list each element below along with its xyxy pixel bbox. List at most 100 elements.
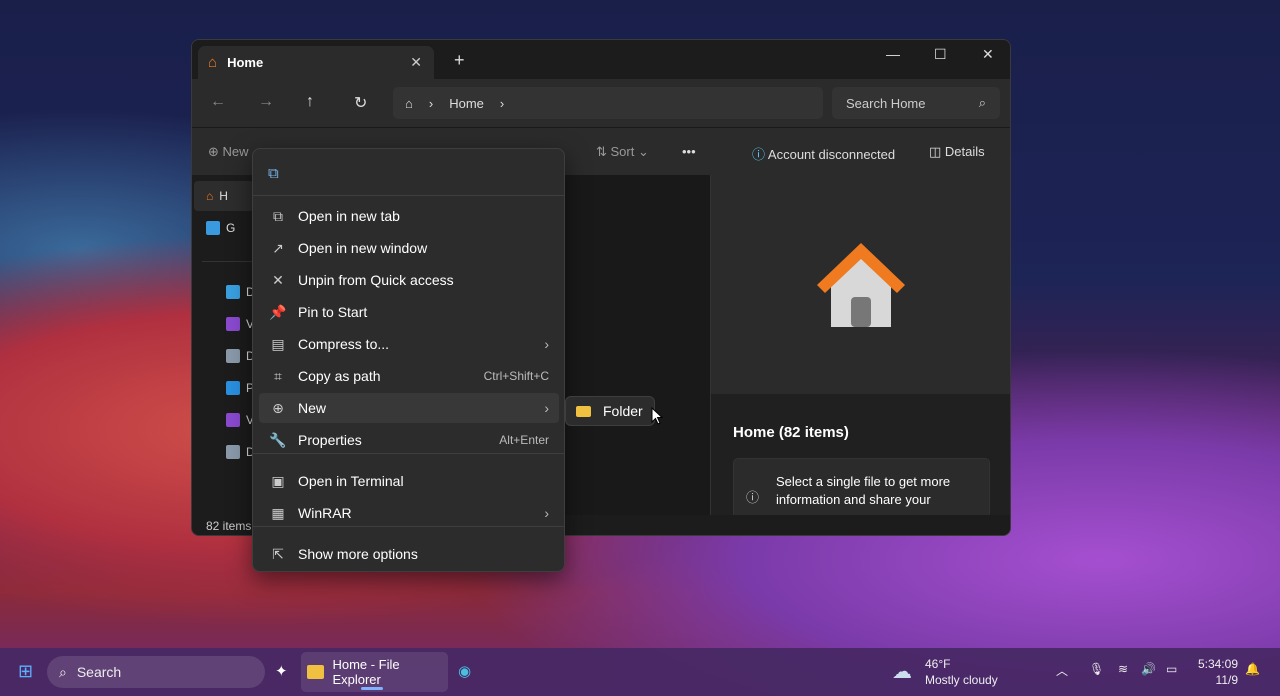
account-status[interactable]: ⓘ Account disconnected bbox=[752, 144, 895, 163]
chevron-up-icon[interactable]: ︿ bbox=[1056, 662, 1068, 679]
up-button[interactable]: ↑ bbox=[306, 93, 314, 111]
battery-icon[interactable]: ▭ bbox=[1166, 662, 1177, 676]
winrar-icon: ▦ bbox=[271, 504, 285, 521]
weather-widget[interactable]: 46°F Mostly cloudy bbox=[925, 656, 998, 688]
back-button[interactable]: ← bbox=[210, 93, 226, 111]
taskbar-app-file-explorer[interactable]: Home - File Explorer bbox=[301, 652, 448, 692]
menu-item-label: Open in new tab bbox=[298, 208, 400, 224]
more-options-icon: ⇱ bbox=[272, 545, 284, 562]
menu-item-label: Unpin from Quick access bbox=[298, 272, 454, 288]
chevron-right-icon: › bbox=[544, 505, 549, 521]
submenu-item-folder[interactable]: Folder bbox=[576, 403, 643, 419]
menu-item-label: Compress to... bbox=[298, 336, 390, 352]
documents-icon bbox=[226, 349, 240, 363]
home-icon bbox=[817, 243, 905, 327]
copy-path-icon: ⌗ bbox=[274, 367, 282, 384]
unpin-icon: ✕ bbox=[272, 271, 284, 288]
browser-icon[interactable]: ◉ bbox=[458, 662, 471, 680]
compress-icon: ▤ bbox=[271, 335, 285, 352]
file-list[interactable] bbox=[562, 175, 710, 515]
menu-item-open-in-new-window[interactable]: ↗ Open in new window bbox=[259, 233, 559, 263]
weather-desc: Mostly cloudy bbox=[925, 673, 998, 687]
menu-item-shortcut: Ctrl+Shift+C bbox=[483, 369, 549, 383]
breadcrumb[interactable]: ⌂ › Home › bbox=[393, 87, 823, 119]
more-button[interactable]: ••• bbox=[682, 144, 696, 159]
sidebar-item-gallery[interactable]: G bbox=[206, 221, 235, 235]
home-icon: ⌂ bbox=[208, 54, 218, 71]
pin-icon: 📌 bbox=[269, 303, 287, 320]
taskbar-app-label: Home - File Explorer bbox=[332, 657, 400, 687]
close-window-button[interactable]: ✕ bbox=[982, 46, 994, 63]
taskbar: ⊞ ⌕ Search ✦ Home - File Explorer ◉ ☁ 46°… bbox=[0, 648, 1280, 696]
details-info-box: ⓘ Select a single file to get more infor… bbox=[733, 458, 990, 518]
menu-item-winrar[interactable]: ▦ WinRAR › bbox=[259, 498, 559, 528]
menu-divider bbox=[253, 526, 564, 527]
copy-icon[interactable]: ⧉ bbox=[268, 165, 279, 182]
menu-item-compress-to[interactable]: ▤ Compress to... › bbox=[259, 329, 559, 359]
menu-item-new[interactable]: ⊕ New › bbox=[259, 393, 559, 423]
wrench-icon: 🔧 bbox=[269, 431, 287, 448]
forward-button[interactable]: → bbox=[258, 93, 274, 111]
wifi-icon[interactable]: ≋ bbox=[1118, 662, 1128, 676]
divider bbox=[202, 261, 252, 262]
desktop-icon bbox=[226, 285, 240, 299]
details-preview bbox=[711, 175, 1010, 394]
sidebar-item-videos-2[interactable]: V bbox=[226, 413, 254, 427]
breadcrumb-home[interactable]: Home bbox=[449, 96, 484, 111]
address-bar-row: ← → ↑ ↻ ⌂ › Home › Search Home ⌕ bbox=[192, 79, 1010, 127]
sidebar-item-documents-2[interactable]: D bbox=[226, 445, 255, 459]
menu-item-show-more-options[interactable]: ⇱ Show more options bbox=[259, 539, 559, 569]
submenu-new: Folder bbox=[565, 396, 655, 426]
gallery-icon bbox=[206, 221, 220, 235]
details-label: Details bbox=[944, 144, 985, 159]
taskbar-search[interactable]: ⌕ Search bbox=[47, 656, 265, 688]
info-icon: ⓘ bbox=[746, 490, 760, 505]
search-input[interactable]: Search Home ⌕ bbox=[832, 87, 1000, 119]
menu-item-pin-to-start[interactable]: 📌 Pin to Start bbox=[259, 297, 559, 327]
notification-bell-icon[interactable]: 🔔 bbox=[1245, 662, 1260, 676]
menu-item-properties[interactable]: 🔧 Properties Alt+Enter bbox=[259, 425, 559, 455]
navigation-pane: ⌂ H G D V D P V D bbox=[192, 175, 255, 515]
sort-button[interactable]: ⇅ Sort ⌄ bbox=[596, 144, 649, 160]
plus-circle-icon: ⊕ bbox=[272, 399, 284, 416]
search-icon: ⌕ bbox=[59, 663, 67, 680]
menu-item-label: New bbox=[298, 400, 327, 416]
videos-icon bbox=[226, 413, 240, 427]
sidebar-item-documents[interactable]: D bbox=[226, 349, 255, 363]
sidebar-item-home[interactable]: ⌂ H bbox=[206, 189, 228, 203]
details-button[interactable]: ◫ Details bbox=[929, 144, 985, 160]
new-label: New bbox=[222, 144, 249, 159]
maximize-button[interactable]: ☐ bbox=[934, 46, 947, 63]
tab-title: Home bbox=[227, 55, 264, 70]
mouse-cursor-icon bbox=[651, 407, 663, 425]
new-tab-button[interactable]: + bbox=[454, 50, 465, 71]
refresh-button[interactable]: ↻ bbox=[354, 93, 367, 113]
menu-item-label: WinRAR bbox=[298, 505, 352, 521]
taskbar-search-label: Search bbox=[76, 664, 122, 680]
clock[interactable]: 5:34:09 11/9 bbox=[1196, 656, 1238, 688]
details-info-text: Select a single file to get more informa… bbox=[776, 474, 951, 507]
volume-icon[interactable]: 🔊 bbox=[1141, 662, 1156, 676]
weather-temp: 46°F bbox=[925, 657, 951, 671]
menu-item-copy-as-path[interactable]: ⌗ Copy as path Ctrl+Shift+C bbox=[259, 361, 559, 391]
sidebar-label: G bbox=[226, 221, 236, 235]
pictures-icon bbox=[226, 381, 240, 395]
sidebar-item-desktop[interactable]: D bbox=[226, 285, 255, 299]
sort-label: Sort bbox=[610, 144, 635, 159]
sidebar-item-pictures[interactable]: P bbox=[226, 381, 254, 395]
microphone-icon[interactable]: 🎙 bbox=[1089, 662, 1104, 676]
tab-home[interactable]: ⌂ Home ✕ bbox=[198, 46, 434, 79]
menu-item-open-in-terminal[interactable]: ▣ Open in Terminal bbox=[259, 466, 559, 496]
details-title: Home (82 items) bbox=[733, 424, 849, 441]
videos-icon bbox=[226, 317, 240, 331]
close-tab-icon[interactable]: ✕ bbox=[410, 54, 422, 71]
minimize-button[interactable]: — bbox=[886, 46, 900, 62]
chevron-right-icon: › bbox=[428, 95, 434, 111]
start-icon[interactable]: ⊞ bbox=[18, 661, 33, 682]
copilot-icon[interactable]: ✦ bbox=[275, 662, 288, 680]
menu-item-open-in-new-tab[interactable]: ⧉ Open in new tab bbox=[259, 201, 559, 231]
new-button[interactable]: ⊕ New bbox=[208, 144, 249, 160]
menu-divider bbox=[253, 195, 564, 196]
sidebar-item-videos[interactable]: V bbox=[226, 317, 254, 331]
menu-item-unpin-from-quick-access[interactable]: ✕ Unpin from Quick access bbox=[259, 265, 559, 295]
